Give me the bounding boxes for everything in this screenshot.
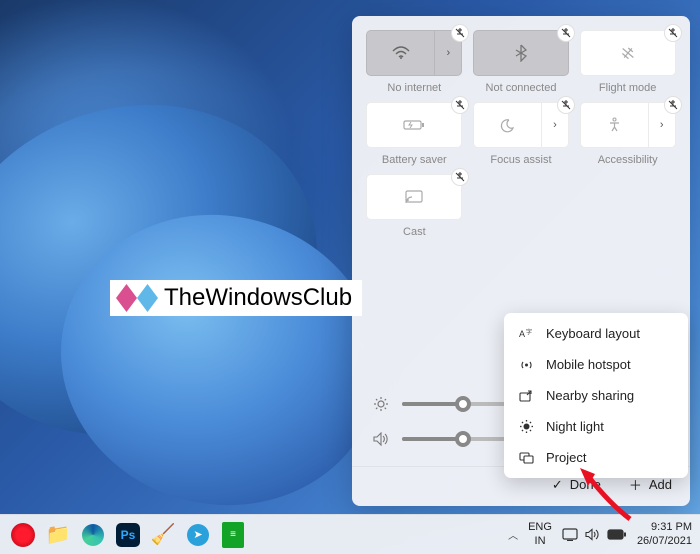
bluetooth-label: Not connected	[486, 82, 557, 94]
menu-item-night-light[interactable]: Night light	[504, 411, 688, 442]
battery-icon	[403, 119, 425, 131]
lang-secondary: IN	[528, 535, 552, 548]
add-menu-popup: A字 Keyboard layout Mobile hotspot Nearby…	[504, 313, 688, 478]
watermark: TheWindowsClub	[110, 280, 362, 316]
unpin-icon[interactable]	[557, 24, 575, 42]
accessibility-tile[interactable]: › Accessibility	[579, 102, 676, 166]
menu-label: Project	[546, 450, 586, 465]
time-text: 9:31 PM	[637, 521, 692, 535]
battery-saver-tile[interactable]: Battery saver	[366, 102, 463, 166]
accessibility-expand-icon[interactable]: ›	[649, 119, 675, 131]
airplane-icon	[619, 45, 637, 61]
menu-label: Nearby sharing	[546, 388, 634, 403]
unpin-icon[interactable]	[664, 24, 682, 42]
brightness-icon	[372, 396, 390, 412]
volume-icon	[372, 432, 390, 446]
volume-tray-icon[interactable]	[585, 528, 600, 541]
unpin-icon[interactable]	[451, 168, 469, 186]
flight-mode-label: Flight mode	[599, 82, 656, 94]
menu-label: Keyboard layout	[546, 326, 640, 341]
opera-app-icon[interactable]	[8, 520, 38, 550]
lang-primary: ENG	[528, 521, 552, 534]
moon-icon	[474, 103, 542, 147]
menu-label: Night light	[546, 419, 604, 434]
unpin-icon[interactable]	[664, 96, 682, 114]
flight-mode-tile[interactable]: Flight mode	[579, 30, 676, 94]
menu-item-nearby-sharing[interactable]: Nearby sharing	[504, 380, 688, 411]
unpin-icon[interactable]	[451, 96, 469, 114]
keyboard-icon: A字	[518, 328, 534, 340]
share-icon	[518, 389, 534, 402]
tray-status-icons[interactable]	[562, 528, 627, 541]
accessibility-label: Accessibility	[598, 154, 658, 166]
nightlight-icon	[518, 419, 534, 434]
unpin-icon[interactable]	[557, 96, 575, 114]
language-indicator[interactable]: ENG IN	[528, 521, 552, 547]
photoshop-app-icon[interactable]: Ps	[113, 520, 143, 550]
unpin-icon[interactable]	[451, 24, 469, 42]
telegram-app-icon[interactable]: ➤	[183, 520, 213, 550]
svg-text:字: 字	[526, 328, 532, 336]
watermark-text: TheWindowsClub	[164, 284, 352, 312]
edge-app-icon[interactable]	[78, 520, 108, 550]
file-explorer-icon[interactable]: 📁	[43, 520, 73, 550]
battery-saver-label: Battery saver	[382, 154, 447, 166]
wifi-tile[interactable]: › No internet	[366, 30, 463, 94]
annotation-arrow	[570, 464, 640, 524]
cast-label: Cast	[403, 226, 426, 238]
battery-tray-icon[interactable]	[607, 529, 627, 540]
cast-tile[interactable]: Cast	[366, 174, 463, 238]
system-tray: ︿ ENG IN 9:31 PM 26/07/2021	[508, 521, 692, 549]
wifi-expand-icon[interactable]: ›	[435, 47, 461, 59]
add-label: Add	[649, 477, 672, 492]
menu-item-keyboard-layout[interactable]: A字 Keyboard layout	[504, 318, 688, 349]
quick-tiles-row1: › No internet Not connected	[366, 30, 676, 238]
svg-text:A: A	[519, 329, 525, 339]
project-icon	[518, 452, 534, 464]
hotspot-icon	[518, 358, 534, 372]
watermark-logo-icon	[116, 284, 158, 312]
wifi-icon	[367, 31, 435, 75]
wifi-label: No internet	[387, 82, 441, 94]
menu-label: Mobile hotspot	[546, 357, 631, 372]
focus-assist-label: Focus assist	[490, 154, 551, 166]
accessibility-icon	[581, 103, 649, 147]
check-icon: ✓	[552, 477, 563, 493]
menu-item-mobile-hotspot[interactable]: Mobile hotspot	[504, 349, 688, 380]
tray-overflow-icon[interactable]: ︿	[508, 527, 518, 542]
cast-icon	[405, 190, 423, 204]
taskbar-pinned-apps: 📁 Ps 🧹 ➤ ≡	[8, 520, 248, 550]
bluetooth-icon	[515, 44, 527, 62]
libreoffice-app-icon[interactable]: ≡	[218, 520, 248, 550]
ccleaner-app-icon[interactable]: 🧹	[148, 520, 178, 550]
bluetooth-tile[interactable]: Not connected	[473, 30, 570, 94]
clock[interactable]: 9:31 PM 26/07/2021	[637, 521, 692, 549]
network-tray-icon[interactable]	[562, 528, 578, 541]
focus-assist-tile[interactable]: › Focus assist	[473, 102, 570, 166]
focus-expand-icon[interactable]: ›	[542, 119, 568, 131]
date-text: 26/07/2021	[637, 535, 692, 549]
